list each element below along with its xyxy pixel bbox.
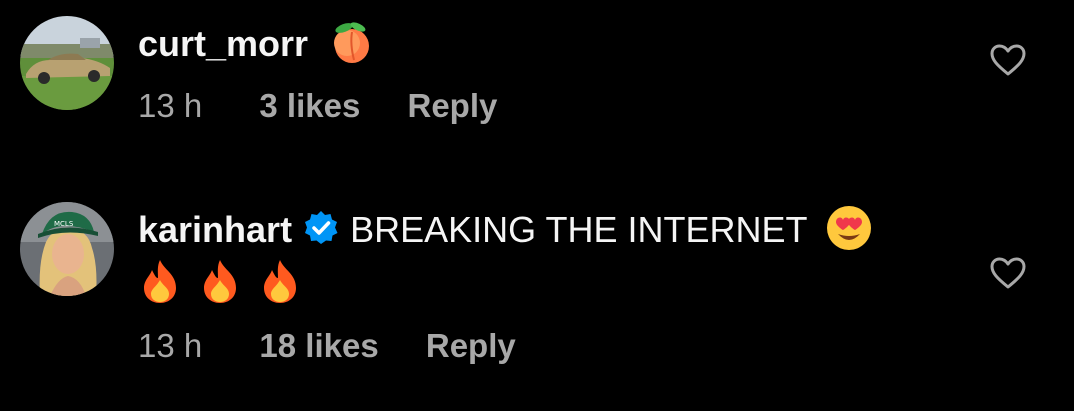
comment-meta: 13 h 3 likes Reply <box>138 86 497 126</box>
svg-text:MCLS: MCLS <box>54 220 74 228</box>
reply-button[interactable]: Reply <box>426 326 516 366</box>
like-button[interactable] <box>989 256 1027 290</box>
likes-count[interactable]: 18 likes <box>259 326 378 366</box>
timestamp: 13 h <box>138 87 203 124</box>
timestamp: 13 h <box>138 327 203 364</box>
car-photo-avatar <box>20 16 114 110</box>
verified-badge-icon <box>302 209 340 256</box>
comment-body: BREAKING THE INTERNET <box>350 209 807 251</box>
profile-photo-avatar: MCLS <box>20 202 114 296</box>
comment-meta: 13 h 18 likes Reply <box>138 326 516 366</box>
fire-icon <box>258 258 302 313</box>
reply-button[interactable]: Reply <box>408 86 498 126</box>
comment-text-line: karinhart BREAKING THE INTERNET <box>138 204 873 250</box>
username[interactable]: curt_morr <box>138 23 308 64</box>
heart-outline-icon <box>990 44 1026 76</box>
emoji-line <box>138 258 302 303</box>
heart-eyes-icon <box>825 204 873 261</box>
heart-outline-icon <box>990 257 1026 289</box>
comment-text-line: curt_morr <box>138 20 376 64</box>
peach-icon <box>328 20 376 73</box>
avatar[interactable] <box>20 16 114 110</box>
likes-count[interactable]: 3 likes <box>259 86 360 126</box>
username[interactable]: karinhart <box>138 209 292 250</box>
like-button[interactable] <box>989 43 1027 77</box>
avatar[interactable]: MCLS <box>20 202 114 296</box>
fire-icon <box>138 258 182 313</box>
fire-icon <box>198 258 242 313</box>
